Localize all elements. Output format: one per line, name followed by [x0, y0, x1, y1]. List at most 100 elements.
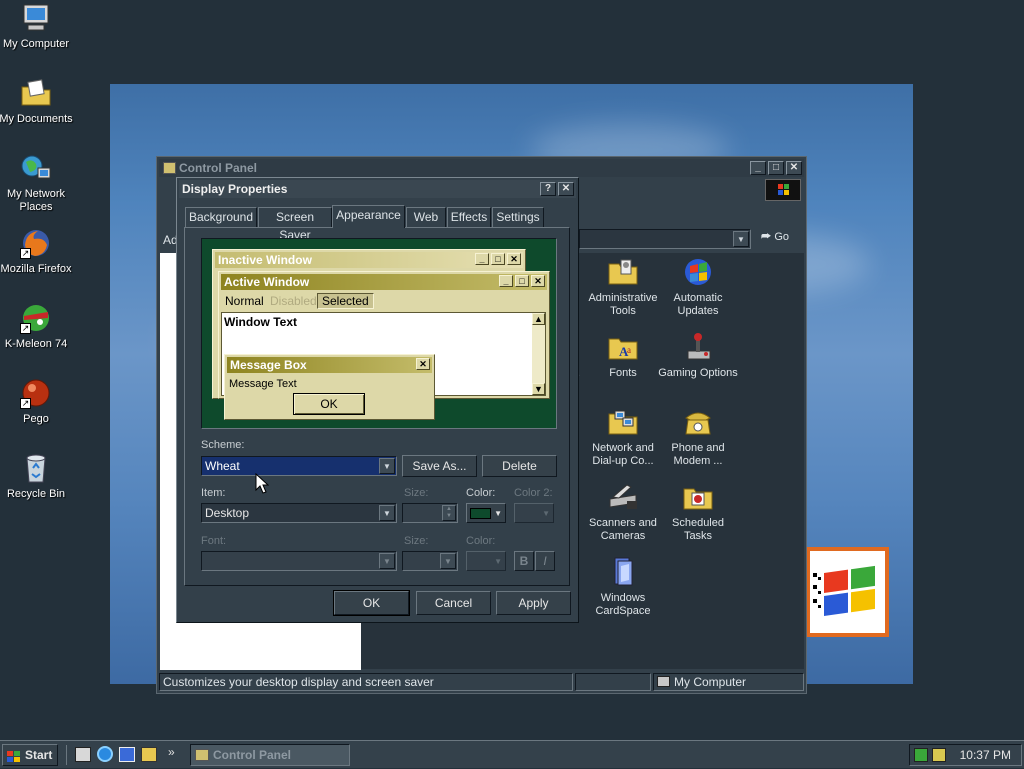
- automatic-updates-icon: [682, 256, 714, 288]
- windows-start-icon: [7, 749, 21, 762]
- desktop-icon-pego[interactable]: ↗ Pego: [0, 377, 74, 426]
- color-picker-button[interactable]: ▼: [466, 503, 506, 523]
- preview-message-box-close-icon: ✕: [416, 358, 430, 370]
- network-dialup-icon: [607, 406, 639, 438]
- desktop-icon-recycle-bin[interactable]: Recycle Bin: [0, 452, 74, 501]
- windows-flag-icon: [765, 179, 801, 201]
- control-panel-title-bar[interactable]: Control Panel _ □ ✕: [159, 159, 804, 177]
- outlook-express-icon[interactable]: [119, 747, 135, 762]
- scheme-dropdown-arrow[interactable]: ▼: [379, 458, 395, 474]
- recycle-bin-icon: [20, 452, 52, 484]
- scanners-cameras-icon: [607, 481, 639, 513]
- color2-dropdown-icon: ▼: [542, 509, 550, 518]
- taskbar-task-control-panel[interactable]: Control Panel: [190, 744, 350, 766]
- font-color-dropdown-icon: ▼: [494, 557, 502, 566]
- preview-inactive-title-bar: Inactive Window _ □ ✕: [215, 252, 523, 268]
- clock[interactable]: 10:37 PM: [960, 748, 1011, 762]
- address-bar[interactable]: ▼: [579, 229, 751, 249]
- preview-message-box-title: Message Box ✕: [227, 357, 432, 373]
- preview-inactive-minimize-icon: _: [475, 253, 489, 265]
- item-label: Item:: [201, 487, 226, 499]
- preview-ok-button: OK: [293, 393, 365, 415]
- maximize-button[interactable]: □: [768, 161, 784, 175]
- display-properties-dialog[interactable]: Display Properties ? ✕ Background Screen…: [176, 177, 579, 623]
- scheduled-tasks-icon: [682, 481, 714, 513]
- desktop-icon-my-computer[interactable]: My Computer: [0, 2, 74, 51]
- tab-background[interactable]: Background: [185, 207, 257, 227]
- my-computer-small-icon: [657, 676, 670, 687]
- size-stepper: ▲ ▼: [402, 503, 458, 523]
- cp-item-gaming-options[interactable]: Gaming Options: [658, 331, 738, 380]
- preview-menu-normal: Normal: [225, 294, 264, 308]
- firefox-icon: ↗: [20, 227, 52, 259]
- svg-text:a: a: [627, 345, 631, 355]
- cp-item-scanners-cameras[interactable]: Scanners and Cameras: [583, 481, 663, 543]
- cp-item-windows-cardspace[interactable]: Windows CardSpace: [583, 556, 663, 618]
- font-size-select: ▼: [402, 551, 458, 571]
- preview-active-close-icon: ✕: [531, 275, 545, 287]
- font-dropdown-arrow: ▼: [379, 553, 395, 569]
- help-button[interactable]: ?: [540, 182, 556, 196]
- phone-modem-icon: [682, 406, 714, 438]
- dialog-close-button[interactable]: ✕: [558, 182, 574, 196]
- taskbar: Start » Control Panel 10:37 PM: [0, 740, 1024, 768]
- internet-explorer-icon[interactable]: [97, 746, 113, 762]
- preview-scrollbar: ▲ ▼: [532, 313, 545, 395]
- mouse-cursor: [255, 472, 270, 498]
- preview-menu-selected: Selected: [317, 293, 374, 309]
- fonts-icon: Aa: [607, 331, 639, 363]
- kmeleon-icon: ↗: [20, 302, 52, 334]
- go-arrow-icon: ⮫: [761, 231, 772, 243]
- tab-settings[interactable]: Settings: [492, 207, 544, 227]
- font-color-picker-button: ▼: [466, 551, 506, 571]
- font-size-label: Size:: [404, 535, 429, 547]
- apply-button[interactable]: Apply: [496, 591, 571, 615]
- font-size-dropdown-arrow: ▼: [440, 553, 456, 569]
- cancel-button[interactable]: Cancel: [416, 591, 491, 615]
- start-button[interactable]: Start: [2, 744, 58, 766]
- quick-launch: »: [66, 745, 186, 765]
- item-select[interactable]: Desktop ▼: [201, 503, 397, 523]
- cp-item-network-dialup[interactable]: Network and Dial-up Co...: [583, 406, 663, 468]
- ok-button[interactable]: OK: [334, 591, 409, 615]
- save-as-button[interactable]: Save As...: [402, 455, 477, 477]
- cp-item-administrative-tools[interactable]: Administrative Tools: [583, 256, 663, 318]
- preview-inactive-close-icon: ✕: [507, 253, 521, 265]
- preview-active-maximize-icon: □: [515, 275, 529, 287]
- control-panel-window-icon: [163, 162, 176, 174]
- delete-button[interactable]: Delete: [482, 455, 557, 477]
- preview-menu-disabled: Disabled: [270, 294, 317, 308]
- system-tray: 10:37 PM: [909, 744, 1022, 766]
- cardspace-icon: [607, 556, 639, 588]
- minimize-button[interactable]: _: [750, 161, 766, 175]
- scheme-select[interactable]: Wheat ▼: [201, 456, 397, 476]
- cp-item-phone-modem[interactable]: Phone and Modem ...: [658, 406, 738, 468]
- color2-picker-button: ▼: [514, 503, 554, 523]
- preview-scroll-up-icon: ▲: [532, 313, 545, 325]
- tab-screen-saver[interactable]: Screen Saver: [258, 207, 332, 242]
- desktop-icon-my-documents[interactable]: My Documents: [0, 77, 74, 126]
- close-button[interactable]: ✕: [786, 161, 802, 175]
- desktop-icon-mozilla-firefox[interactable]: ↗ Mozilla Firefox: [0, 227, 74, 276]
- address-dropdown-arrow[interactable]: ▼: [733, 231, 749, 247]
- desktop-icon-k-meleon[interactable]: ↗ K-Meleon 74: [0, 302, 74, 351]
- network-icon: [20, 152, 52, 184]
- cp-item-automatic-updates[interactable]: Automatic Updates: [658, 256, 738, 318]
- cp-item-fonts[interactable]: Aa Fonts: [583, 331, 663, 380]
- status-text: Customizes your desktop display and scre…: [159, 673, 573, 691]
- volume-tray-icon[interactable]: [932, 748, 946, 762]
- tab-effects[interactable]: Effects: [447, 207, 491, 227]
- network-tray-icon[interactable]: [914, 748, 928, 762]
- show-desktop-icon[interactable]: [75, 747, 91, 762]
- tab-web[interactable]: Web: [406, 207, 446, 227]
- go-button[interactable]: ⮫ Go: [761, 231, 801, 247]
- search-icon[interactable]: [141, 747, 157, 762]
- desktop-icon-my-network-places[interactable]: My Network Places: [0, 152, 74, 214]
- bold-button: B: [514, 551, 534, 571]
- item-dropdown-arrow[interactable]: ▼: [379, 505, 395, 521]
- cp-item-scheduled-tasks[interactable]: Scheduled Tasks: [658, 481, 738, 543]
- quick-launch-overflow-icon[interactable]: »: [168, 745, 175, 759]
- tab-appearance[interactable]: Appearance: [332, 205, 405, 228]
- windows-logo: [806, 547, 889, 637]
- dialog-title-bar[interactable]: Display Properties ? ✕: [179, 180, 576, 198]
